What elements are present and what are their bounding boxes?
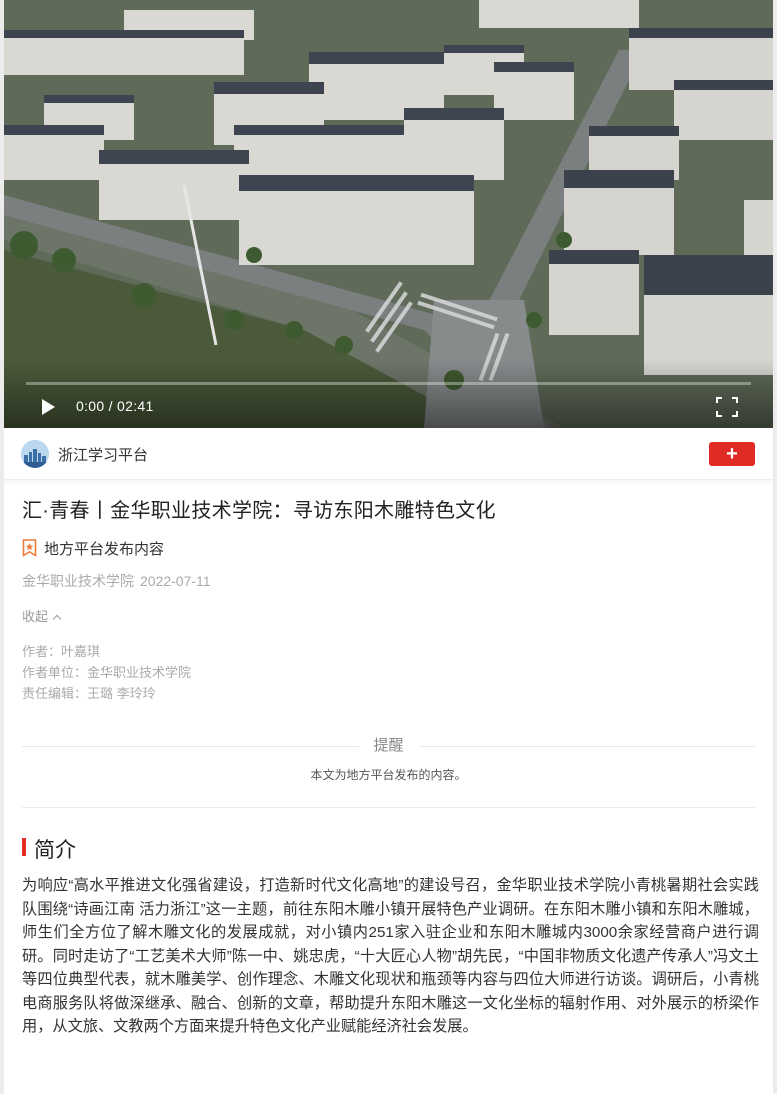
collapse-label: 收起 — [22, 609, 49, 624]
video-time-display: 0:00 / 02:41 — [76, 398, 154, 414]
city-skyline-icon — [21, 440, 49, 468]
author-unit-line: 作者单位：金华职业技术学院 — [22, 665, 192, 680]
play-button[interactable] — [38, 396, 58, 418]
notice-title: 提醒 — [358, 734, 419, 758]
source-avatar[interactable] — [21, 440, 49, 468]
article-meta: 金华职业技术学院 2022-07-11 — [22, 571, 755, 591]
publish-date: 2022-07-11 — [140, 573, 211, 589]
section-title: 简介 — [34, 839, 76, 862]
video-frame-aerial-town — [4, 0, 773, 428]
notice-box: 提醒 本文为地方平台发布的内容。 — [22, 734, 755, 808]
article-body: 为响应“高水平推进文化强省建设，打造新时代文化高地”的建设号召，金华职业技术学院… — [22, 877, 759, 1035]
badge-label: 地方平台发布内容 — [44, 541, 165, 558]
ribbon-badge-icon — [22, 539, 37, 557]
author-line: 作者：叶嘉琪 — [22, 644, 101, 659]
article-header: 汇·青春丨金华职业技术学院：寻访东阳木雕特色文化 地方平台发布内容 金华职业技术… — [22, 496, 755, 704]
notice-body: 本文为地方平台发布的内容。 — [310, 768, 467, 782]
fullscreen-button[interactable] — [715, 396, 739, 418]
publisher-name: 金华职业技术学院 — [22, 573, 134, 589]
chevron-up-icon — [52, 614, 62, 624]
plus-icon: + — [726, 443, 738, 465]
video-progress-bar[interactable] — [26, 382, 751, 385]
article-title: 汇·青春丨金华职业技术学院：寻访东阳木雕特色文化 — [22, 500, 496, 522]
follow-button[interactable]: + — [709, 442, 755, 466]
play-icon — [42, 399, 55, 415]
source-name[interactable]: 浙江学习平台 — [58, 444, 148, 465]
article-page: 0:00 / 02:41 浙江学习平台 + 汇·青春丨金华职业技术学院：寻访东阳… — [4, 0, 773, 1094]
source-bar: 浙江学习平台 + — [4, 428, 773, 480]
collapse-toggle[interactable]: 收起 — [22, 606, 62, 625]
notice-divider: 提醒 — [22, 734, 755, 758]
section-accent-bar — [22, 838, 26, 856]
editor-line: 责任编辑：王璐 李玲玲 — [22, 686, 156, 701]
video-controls: 0:00 / 02:41 — [4, 390, 773, 424]
article-credits: 作者：叶嘉琪 作者单位：金华职业技术学院 责任编辑：王璐 李玲玲 — [22, 641, 755, 704]
video-player[interactable]: 0:00 / 02:41 — [4, 0, 773, 428]
fullscreen-icon — [716, 397, 738, 417]
platform-badge: 地方平台发布内容 — [22, 537, 755, 559]
notice-bottom-divider — [22, 807, 755, 808]
